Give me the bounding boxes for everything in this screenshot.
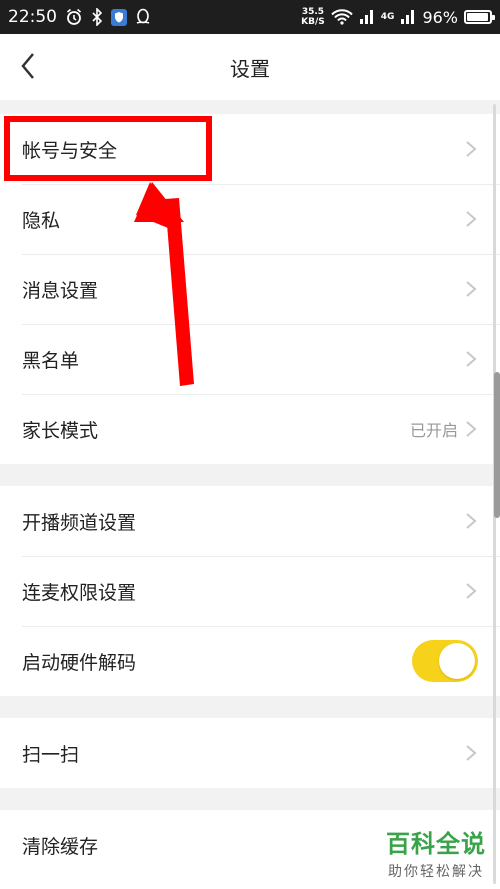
back-arrow-icon (21, 53, 34, 79)
watermark-subtitle: 助你轻松解决 (388, 864, 484, 880)
chevron-right-icon (464, 209, 478, 229)
settings-item-label: 启动硬件解码 (22, 651, 137, 674)
chevron-right-icon (464, 139, 478, 159)
settings-item-channel-settings[interactable]: 开播频道设置 (0, 486, 500, 556)
settings-item-parental-mode[interactable]: 家长模式 已开启 (0, 394, 500, 464)
chevron-right-icon (464, 743, 478, 763)
battery-icon (464, 10, 495, 24)
settings-item-label: 开播频道设置 (22, 511, 137, 534)
signal-icon-2 (400, 9, 416, 25)
watermark-title: 百科全说 (386, 830, 486, 858)
chevron-right-icon (464, 581, 478, 601)
chevron-right-icon (464, 511, 478, 531)
parental-mode-status: 已开启 (409, 421, 458, 440)
settings-item-label: 家长模式 (22, 419, 99, 442)
page-title: 设置 (230, 56, 270, 81)
chevron-right-icon (464, 349, 478, 369)
scrollbar-thumb[interactable] (494, 372, 500, 518)
settings-item-label: 连麦权限设置 (22, 581, 137, 604)
settings-item-blacklist[interactable]: 黑名单 (0, 324, 500, 394)
settings-section-live: 开播频道设置 连麦权限设置 启动硬件解码 (0, 486, 500, 696)
bluetooth-icon (91, 8, 103, 26)
status-bar: 22:50 35.5 KB/S 4G 96% (0, 0, 500, 34)
settings-item-label: 清除缓存 (22, 835, 99, 858)
annotation-highlight-box (4, 116, 212, 181)
settings-item-message-settings[interactable]: 消息设置 (0, 254, 500, 324)
back-button[interactable] (8, 46, 48, 86)
settings-item-label: 黑名单 (22, 349, 80, 372)
signal-icon (359, 9, 375, 25)
status-time: 22:50 (8, 7, 57, 27)
settings-item-scan[interactable]: 扫一扫 (0, 718, 500, 788)
settings-item-hardware-decoding: 启动硬件解码 (0, 626, 500, 696)
chevron-right-icon (464, 419, 478, 439)
settings-item-privacy[interactable]: 隐私 (0, 184, 500, 254)
settings-item-label: 扫一扫 (22, 743, 80, 766)
alarm-icon (65, 8, 83, 26)
network-speed: 35.5 KB/S (301, 7, 325, 27)
wifi-icon (331, 9, 353, 25)
network-type-label: 4G (380, 12, 395, 22)
qq-icon (135, 8, 151, 26)
hardware-decoding-toggle[interactable] (412, 640, 478, 682)
toggle-knob (439, 643, 475, 679)
watermark-logo: 百科全说 助你轻松解决 (386, 824, 486, 881)
shield-icon (111, 8, 127, 26)
battery-percent: 96% (422, 7, 458, 27)
settings-item-label: 隐私 (22, 209, 61, 232)
settings-section-scan: 扫一扫 (0, 718, 500, 788)
chevron-right-icon (464, 279, 478, 299)
nav-bar: 设置 (0, 34, 500, 100)
settings-item-label: 消息设置 (22, 279, 99, 302)
settings-item-mic-permission[interactable]: 连麦权限设置 (0, 556, 500, 626)
